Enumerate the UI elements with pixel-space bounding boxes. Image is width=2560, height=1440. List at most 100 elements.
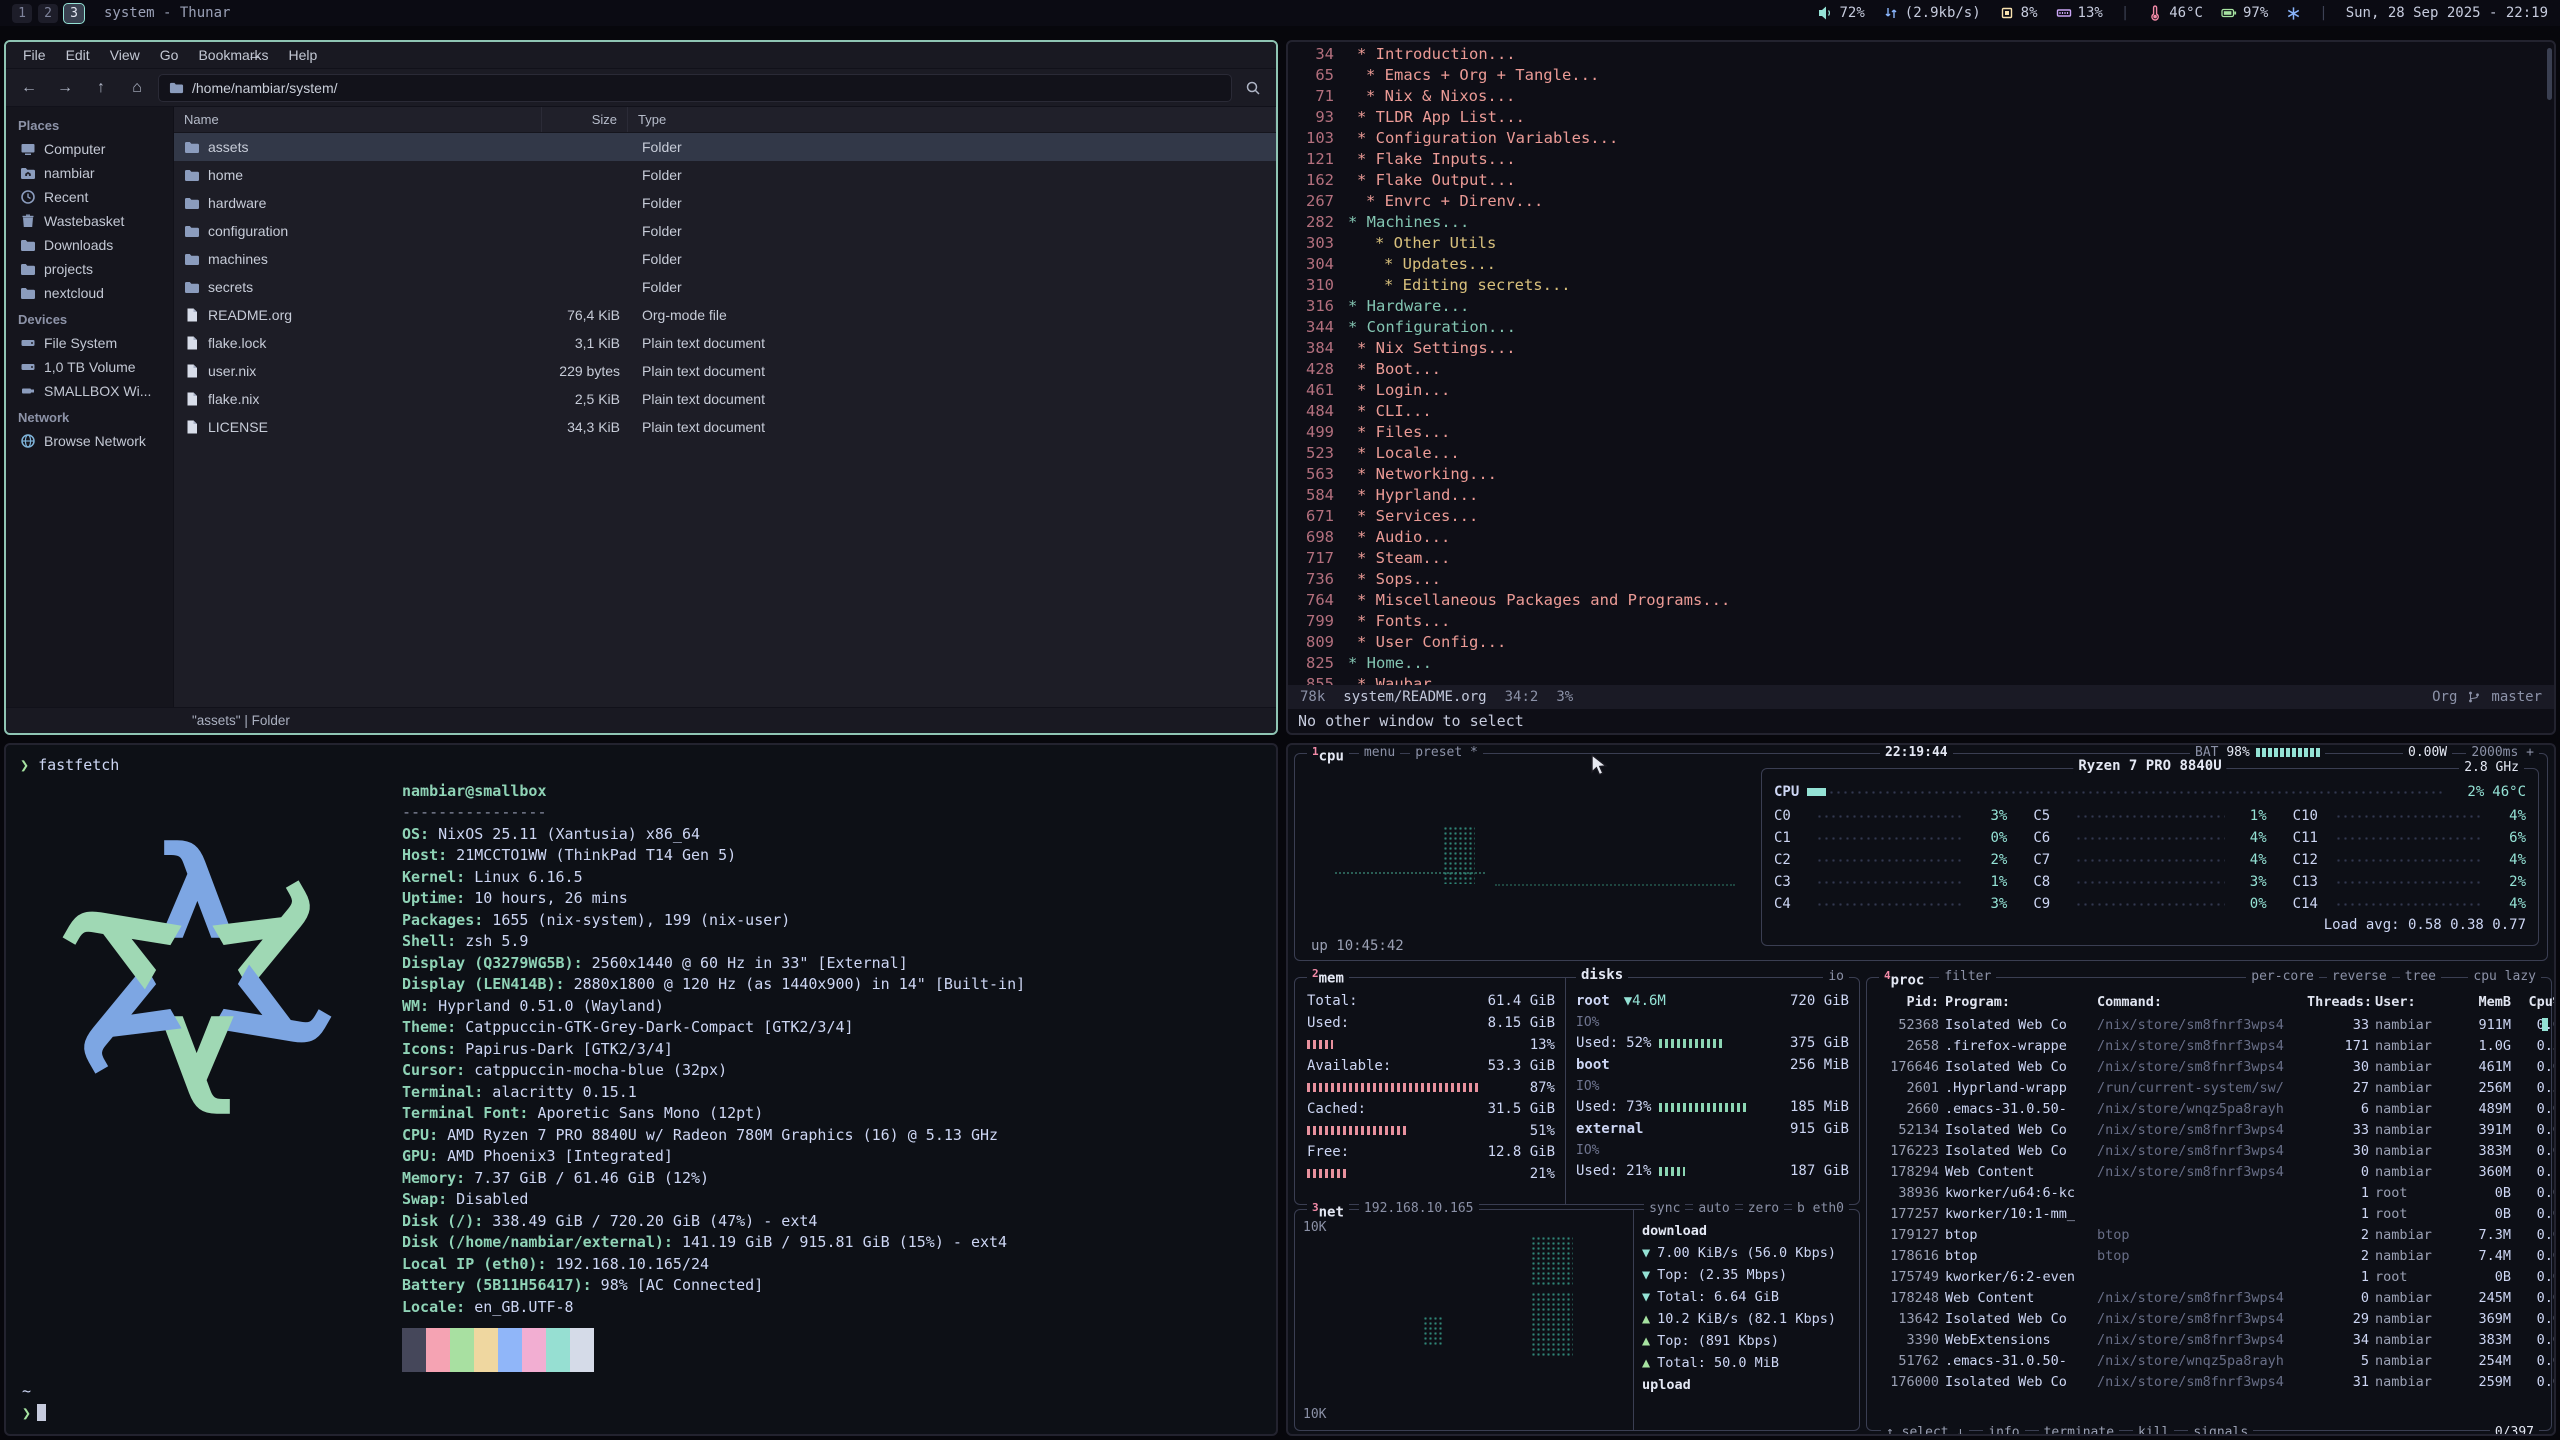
org-heading-line[interactable]: 384* Nix Settings...: [1288, 338, 2554, 359]
file-row-license[interactable]: LICENSE34,3 KiBPlain text document: [174, 413, 1276, 441]
filter-button[interactable]: filter: [1939, 969, 1996, 989]
process-row-175749[interactable]: 175749kworker/6:2-even1root0B0.0: [1867, 1266, 2551, 1287]
sort-column-button[interactable]: cpu lazy: [2468, 969, 2541, 984]
preset-button[interactable]: preset *: [1410, 745, 1483, 765]
proc-option-per-core[interactable]: per-core: [2246, 969, 2319, 984]
proc-option-tree[interactable]: tree: [2400, 969, 2441, 984]
sidebar-item-nambiar[interactable]: nambiar: [6, 161, 173, 185]
proc-action-terminate[interactable]: terminate: [2039, 1425, 2119, 1436]
sidebar-item-smallbox-wi[interactable]: SMALLBOX Wi...: [6, 379, 173, 403]
volume-module[interactable]: 72%: [1818, 5, 1865, 21]
sidebar-item-file-system[interactable]: File System: [6, 331, 173, 355]
process-row-38936[interactable]: 38936kworker/u64:6-kc1root0B0.0: [1867, 1182, 2551, 1203]
file-row-assets[interactable]: assetsFolder: [174, 133, 1276, 161]
menu-view[interactable]: View: [101, 44, 149, 66]
forward-button[interactable]: →: [50, 74, 80, 102]
org-heading-line[interactable]: 584* Hyprland...: [1288, 485, 2554, 506]
sidebar-item-nextcloud[interactable]: nextcloud: [6, 281, 173, 305]
org-heading-line[interactable]: 65* Emacs + Org + Tangle...: [1288, 65, 2554, 86]
file-row-configuration[interactable]: configurationFolder: [174, 217, 1276, 245]
workspace-3[interactable]: 3: [64, 4, 84, 23]
process-row-176223[interactable]: 176223Isolated Web Co/nix/store/sm8fnrf3…: [1867, 1140, 2551, 1161]
process-row-176646[interactable]: 176646Isolated Web Co/nix/store/sm8fnrf3…: [1867, 1056, 2551, 1077]
up-button[interactable]: ↑: [86, 74, 116, 102]
io-mode-button[interactable]: io: [1823, 969, 1849, 984]
process-row-52134[interactable]: 52134Isolated Web Co/nix/store/sm8fnrf3w…: [1867, 1119, 2551, 1140]
file-row-readme-org[interactable]: README.org76,4 KiBOrg-mode file: [174, 301, 1276, 329]
proc-option-reverse[interactable]: reverse: [2327, 969, 2392, 984]
file-row-user-nix[interactable]: user.nix229 bytesPlain text document: [174, 357, 1276, 385]
proc-action-info[interactable]: info: [1983, 1425, 2024, 1436]
sidebar-item-wastebasket[interactable]: Wastebasket: [6, 209, 173, 233]
org-heading-line[interactable]: 428* Boot...: [1288, 359, 2554, 380]
org-heading-line[interactable]: 736* Sops...: [1288, 569, 2554, 590]
process-row-176000[interactable]: 176000Isolated Web Co/nix/store/sm8fnrf3…: [1867, 1371, 2551, 1392]
sidebar-item-recent[interactable]: Recent: [6, 185, 173, 209]
temperature-module[interactable]: 46°C: [2147, 5, 2203, 21]
file-row-hardware[interactable]: hardwareFolder: [174, 189, 1276, 217]
org-heading-line[interactable]: 799* Fonts...: [1288, 611, 2554, 632]
file-row-flake-lock[interactable]: flake.lock3,1 KiBPlain text document: [174, 329, 1276, 357]
process-row-178616[interactable]: 178616btopbtop2nambiar7.4M0.0: [1867, 1245, 2551, 1266]
menu-button[interactable]: menu: [1359, 745, 1400, 765]
org-heading-line[interactable]: 764* Miscellaneous Packages and Programs…: [1288, 590, 2554, 611]
workspace-2[interactable]: 2: [38, 4, 58, 23]
process-row-51762[interactable]: 51762.emacs-31.0.50-/nix/store/wnqz5pa8r…: [1867, 1350, 2551, 1371]
org-heading-line[interactable]: 103* Configuration Variables...: [1288, 128, 2554, 149]
process-row-177257[interactable]: 177257kworker/10:1-mm_1root0B0.0: [1867, 1203, 2551, 1224]
nixos-module[interactable]: [2286, 6, 2301, 21]
clock-module[interactable]: Sun, 28 Sep 2025 - 22:19: [2346, 5, 2548, 21]
org-heading-line[interactable]: 484* CLI...: [1288, 401, 2554, 422]
process-table-header[interactable]: Pid:Program:Command:Threads:User:MemBCpu…: [1867, 990, 2551, 1014]
workspace-1[interactable]: 1: [12, 4, 32, 23]
org-heading-line[interactable]: 344* Configuration...: [1288, 317, 2554, 338]
column-header-size[interactable]: Size: [542, 107, 628, 132]
org-heading-line[interactable]: 93* TLDR App List...: [1288, 107, 2554, 128]
org-heading-line[interactable]: 809* User Config...: [1288, 632, 2554, 653]
menu-edit[interactable]: Edit: [57, 44, 99, 66]
file-row-secrets[interactable]: secretsFolder: [174, 273, 1276, 301]
memory-module[interactable]: 13%: [2056, 5, 2103, 21]
cpu-module[interactable]: 8%: [1999, 5, 2038, 21]
proc-action-kill[interactable]: kill: [2133, 1425, 2174, 1436]
sidebar-item-downloads[interactable]: Downloads: [6, 233, 173, 257]
path-bar[interactable]: /home/nambiar/system/: [158, 74, 1232, 102]
scrollbar-thumb[interactable]: [2547, 48, 2552, 100]
network-module[interactable]: (2.9kb/s): [1883, 5, 1981, 21]
home-button[interactable]: ⌂: [122, 74, 152, 102]
org-heading-line[interactable]: 34* Introduction...: [1288, 44, 2554, 65]
process-row-2660[interactable]: 2660.emacs-31.0.50-/nix/store/wnqz5pa8ra…: [1867, 1098, 2551, 1119]
org-heading-line[interactable]: 316* Hardware...: [1288, 296, 2554, 317]
sidebar-item-projects[interactable]: projects: [6, 257, 173, 281]
org-heading-line[interactable]: 499* Files...: [1288, 422, 2554, 443]
proc-action-signals[interactable]: signals: [2188, 1425, 2253, 1436]
org-heading-line[interactable]: 310* Editing secrets...: [1288, 275, 2554, 296]
battery-module[interactable]: 97%: [2221, 5, 2268, 21]
process-row-13642[interactable]: 13642Isolated Web Co/nix/store/sm8fnrf3w…: [1867, 1308, 2551, 1329]
org-heading-line[interactable]: 282* Machines...: [1288, 212, 2554, 233]
process-row-2601[interactable]: 2601.Hyprland-wrapp/run/current-system/s…: [1867, 1077, 2551, 1098]
sidebar-item-1-0-tb-volume[interactable]: 1,0 TB Volume: [6, 355, 173, 379]
menu-bookmar-ks[interactable]: Bookmar̶ks: [189, 44, 277, 66]
process-row-52368[interactable]: 52368Isolated Web Co/nix/store/sm8fnrf3w…: [1867, 1014, 2551, 1035]
org-heading-line[interactable]: 855* Waubar...: [1288, 674, 2554, 685]
file-row-home[interactable]: homeFolder: [174, 161, 1276, 189]
org-heading-line[interactable]: 461* Login...: [1288, 380, 2554, 401]
process-row-2658[interactable]: 2658.firefox-wrappe/nix/store/sm8fnrf3wp…: [1867, 1035, 2551, 1056]
sidebar-item-computer[interactable]: Computer: [6, 137, 173, 161]
org-heading-line[interactable]: 121* Flake Inputs...: [1288, 149, 2554, 170]
file-row-machines[interactable]: machinesFolder: [174, 245, 1276, 273]
org-heading-line[interactable]: 267* Envrc + Direnv...: [1288, 191, 2554, 212]
org-heading-line[interactable]: 71* Nix & Nixos...: [1288, 86, 2554, 107]
process-row-179127[interactable]: 179127btopbtop2nambiar7.3M0.0: [1867, 1224, 2551, 1245]
process-row-178294[interactable]: 178294Web Content/nix/store/sm8fnrf3wps4…: [1867, 1161, 2551, 1182]
org-heading-line[interactable]: 303* Other Utils: [1288, 233, 2554, 254]
menu-go[interactable]: Go: [151, 44, 188, 66]
org-heading-line[interactable]: 563* Networking...: [1288, 464, 2554, 485]
sidebar-item-browse-network[interactable]: Browse Network: [6, 429, 173, 453]
process-row-178248[interactable]: 178248Web Content/nix/store/sm8fnrf3wps4…: [1867, 1287, 2551, 1308]
org-heading-line[interactable]: 304* Updates...: [1288, 254, 2554, 275]
process-row-3390[interactable]: 3390WebExtensions/nix/store/sm8fnrf3wps4…: [1867, 1329, 2551, 1350]
update-interval[interactable]: 2000ms +: [2466, 745, 2539, 760]
org-heading-line[interactable]: 825* Home...: [1288, 653, 2554, 674]
